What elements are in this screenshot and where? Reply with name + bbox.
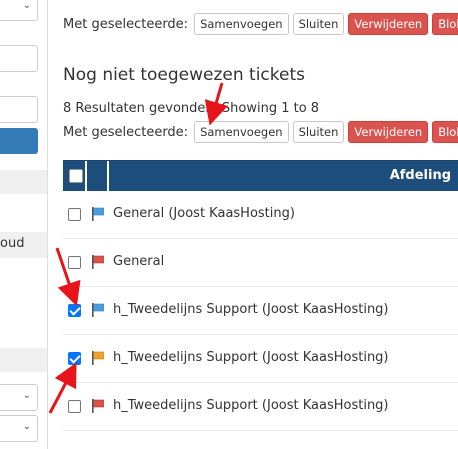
flag-icon — [92, 255, 104, 269]
table-row[interactable]: h_Tweedelijns Support (Joost KaasHosting… — [63, 287, 458, 335]
sidebar-primary-button[interactable] — [0, 128, 38, 154]
sidebar-select-2[interactable]: ⌄ — [0, 384, 38, 411]
chevron-down-icon: ⌄ — [22, 421, 31, 432]
left-sidebar: ⌄ oud ⌄ ⌄ — [0, 0, 48, 449]
block-button[interactable]: Blokk — [432, 13, 458, 35]
flag-icon — [92, 351, 104, 365]
row-checkbox[interactable] — [68, 304, 81, 317]
select-all-checkbox[interactable] — [69, 169, 83, 183]
flag-column-header — [87, 161, 109, 191]
row-checkbox[interactable] — [68, 208, 81, 221]
chevron-down-icon: ⌄ — [22, 0, 31, 11]
table-row[interactable]: General (Joost KaasHosting) — [63, 191, 458, 239]
flag-icon — [92, 303, 104, 317]
merge-button[interactable]: Samenvoegen — [194, 13, 289, 35]
bulk-action-toolbar: Met geselecteerde: Samenvoegen Sluiten V… — [63, 121, 458, 143]
close-button[interactable]: Sluiten — [292, 13, 345, 35]
department-name[interactable]: General (Joost KaasHosting) — [113, 206, 295, 221]
department-name[interactable]: h_Tweedelijns Support (Joost KaasHosting… — [113, 350, 389, 365]
sidebar-band — [0, 170, 47, 194]
table-row[interactable]: h_Tweedelijns Support (Joost KaasHosting… — [63, 383, 458, 431]
bulk-action-toolbar-top: Met geselecteerde: Samenvoegen Sluiten V… — [63, 13, 458, 35]
with-selected-label: Met geselecteerde: — [63, 124, 189, 140]
flag-icon — [92, 399, 104, 413]
sidebar-partial-text: oud — [0, 236, 25, 251]
sidebar-select-3[interactable]: ⌄ — [0, 415, 38, 442]
delete-button[interactable]: Verwijderen — [348, 121, 429, 143]
row-checkbox[interactable] — [68, 352, 81, 365]
merge-button[interactable]: Samenvoegen — [194, 121, 289, 143]
sidebar-band — [0, 348, 47, 372]
section-title: Nog niet toegewezen tickets — [63, 65, 305, 85]
department-column-header[interactable]: Afdeling — [390, 168, 451, 183]
close-button[interactable]: Sluiten — [292, 121, 345, 143]
table-row[interactable]: General — [63, 239, 458, 287]
block-button[interactable]: Blokk — [432, 121, 458, 143]
department-name[interactable]: General — [113, 254, 164, 269]
with-selected-label: Met geselecteerde: — [63, 16, 189, 32]
row-checkbox[interactable] — [68, 400, 81, 413]
table-row[interactable]: h_Tweedelijns Support (Joost KaasHosting… — [63, 335, 458, 383]
sidebar-select-1[interactable]: ⌄ — [0, 0, 38, 21]
department-name[interactable]: h_Tweedelijns Support (Joost KaasHosting… — [113, 398, 389, 413]
row-checkbox[interactable] — [68, 256, 81, 269]
sidebar-input-2[interactable] — [0, 96, 38, 123]
sidebar-input-1[interactable] — [0, 45, 38, 72]
select-all-cell — [63, 161, 87, 191]
department-name[interactable]: h_Tweedelijns Support (Joost KaasHosting… — [113, 302, 389, 317]
delete-button[interactable]: Verwijderen — [348, 13, 429, 35]
table-header: Afdeling — [63, 160, 458, 191]
results-count: 8 Resultaten gevonden, Showing 1 to 8 — [63, 101, 320, 116]
chevron-down-icon: ⌄ — [22, 390, 31, 401]
flag-icon — [92, 207, 104, 221]
